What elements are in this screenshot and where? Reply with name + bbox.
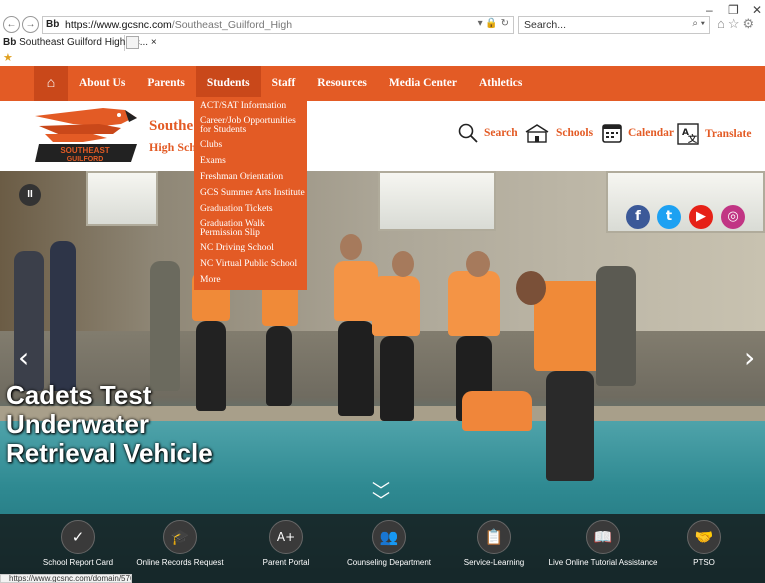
caption-line: Cadets Test xyxy=(6,380,152,410)
refresh-icon[interactable]: ▾ 🔒 ↻ xyxy=(478,18,509,29)
photo-person-crouching xyxy=(462,391,532,431)
photo-head xyxy=(340,234,362,260)
search-icon xyxy=(458,123,478,143)
search-placeholder: Search... xyxy=(524,19,567,31)
photo-person xyxy=(266,326,292,406)
school-building-icon xyxy=(525,124,549,143)
search-icon[interactable]: ⌕ ▾ xyxy=(692,18,705,29)
menu-item-freshman-orientation[interactable]: Freshman Orientation xyxy=(200,172,307,182)
nav-staff[interactable]: Staff xyxy=(261,66,307,101)
photo-person xyxy=(546,371,594,481)
photo-person xyxy=(380,336,414,421)
menu-item-clubs[interactable]: Clubs xyxy=(200,140,307,150)
quicklinks-bar: ✓ School Report Card 🎓 Online Records Re… xyxy=(0,514,765,583)
youtube-icon[interactable]: ▶ xyxy=(689,205,713,229)
nav-athletics[interactable]: Athletics xyxy=(468,66,533,101)
svg-text:GUILFORD: GUILFORD xyxy=(67,156,104,163)
photo-person xyxy=(596,266,636,386)
hero-slideshow: II ‹ › f t ▶ ◎ Cadets Test Underwater Re… xyxy=(0,171,765,583)
header-translate-link[interactable]: A文 Translate xyxy=(677,123,751,145)
book-icon: 📖 xyxy=(586,520,620,554)
browser-search-input[interactable]: Search... ⌕ ▾ xyxy=(518,16,710,34)
back-button[interactable]: ← xyxy=(3,16,20,33)
photo-head xyxy=(392,251,414,277)
photo-window xyxy=(378,171,496,231)
browser-chrome: – ❐ ✕ ← → Bb https://www.gcsnc.com/South… xyxy=(0,0,765,65)
menu-item-act-sat[interactable]: ACT/SAT Information xyxy=(200,101,307,111)
photo-person xyxy=(338,321,374,416)
instagram-icon[interactable]: ◎ xyxy=(721,205,745,229)
header-calendar-link[interactable]: Calendar xyxy=(602,123,674,143)
favorites-star-icon[interactable]: ★ xyxy=(3,51,13,64)
photo-person xyxy=(150,261,180,391)
svg-text:文: 文 xyxy=(687,133,698,145)
students-dropdown-menu: ACT/SAT Information Career/Job Opportuni… xyxy=(194,97,307,290)
quicklink-online-records-request[interactable]: 🎓 Online Records Request xyxy=(130,520,230,567)
school-logo[interactable]: SOUTHEAST GUILFORD xyxy=(33,104,139,164)
next-slide-arrow[interactable]: › xyxy=(744,341,755,374)
nav-media-center[interactable]: Media Center xyxy=(378,66,468,101)
url-text: https://www.gcsnc.com/Southeast_Guilford… xyxy=(65,19,293,31)
quicklink-parent-portal[interactable]: A+ Parent Portal xyxy=(236,520,336,567)
favorites-bar: ★ xyxy=(0,51,765,65)
quicklink-school-report-card[interactable]: ✓ School Report Card xyxy=(28,520,128,567)
restore-icon[interactable]: ❐ xyxy=(728,3,739,17)
photo-head xyxy=(516,271,546,305)
menu-item-nc-driving-school[interactable]: NC Driving School xyxy=(200,243,307,253)
new-tab-button[interactable] xyxy=(126,36,139,49)
address-bar[interactable]: Bb https://www.gcsnc.com/Southeast_Guilf… xyxy=(42,16,514,34)
web-page: ⌂ About Us Parents Students Staff Resour… xyxy=(0,66,765,583)
caption-line: Underwater xyxy=(6,409,150,439)
close-window-icon[interactable]: ✕ xyxy=(752,3,762,17)
chevron-down-icon[interactable]: ﹀ ﹀ xyxy=(372,482,390,510)
photo-person-shirt xyxy=(372,276,420,336)
main-nav: ⌂ About Us Parents Students Staff Resour… xyxy=(34,66,533,101)
pause-button[interactable]: II xyxy=(19,184,41,206)
handshake-icon: 🤝 xyxy=(687,520,721,554)
browser-tab[interactable]: Bb Southeast Guilford High Sc... × xyxy=(0,35,157,51)
caption-line: Retrieval Vehicle xyxy=(6,438,213,468)
menu-item-graduation-tickets[interactable]: Graduation Tickets xyxy=(200,204,307,214)
graduation-cap-icon: 🎓 xyxy=(163,520,197,554)
menu-item-gcs-summer-arts[interactable]: GCS Summer Arts Institute xyxy=(200,188,307,198)
toolbar-icons[interactable]: ⌂☆⚙ xyxy=(717,16,757,32)
site-header: SOUTHEAST GUILFORD Southe High Scho Sear… xyxy=(0,101,765,171)
menu-item-nc-virtual-public-school[interactable]: NC Virtual Public School xyxy=(200,259,307,269)
people-icon: 👥 xyxy=(372,520,406,554)
photo-person-shirt xyxy=(448,271,500,336)
nav-students[interactable]: Students xyxy=(195,66,261,101)
translate-icon: A文 xyxy=(677,123,699,145)
check-icon: ✓ xyxy=(61,520,95,554)
calendar-icon xyxy=(602,124,622,143)
quicklink-live-online-tutorial[interactable]: 📖 Live Online Tutorial Assistance xyxy=(548,520,658,567)
photo-person xyxy=(50,241,76,391)
nav-parents[interactable]: Parents xyxy=(136,66,195,101)
svg-text:SOUTHEAST: SOUTHEAST xyxy=(60,146,109,155)
quicklink-ptso[interactable]: 🤝 PTSO xyxy=(654,520,754,567)
slide-caption[interactable]: Cadets Test Underwater Retrieval Vehicle xyxy=(6,381,213,468)
header-schools-link[interactable]: Schools xyxy=(524,123,593,143)
header-search-link[interactable]: Search xyxy=(458,123,518,143)
menu-item-career-job[interactable]: Career/Job Opportunities for Students xyxy=(200,116,307,134)
clipboard-icon: 📋 xyxy=(477,520,511,554)
quicklink-counseling-department[interactable]: 👥 Counseling Department xyxy=(339,520,439,567)
status-bar-url: https://www.gcsnc.com/domain/576 xyxy=(0,574,132,583)
grade-a-plus-icon: A+ xyxy=(269,520,303,554)
menu-item-graduation-walk[interactable]: Graduation Walk Permission Slip xyxy=(200,219,307,237)
minimize-icon[interactable]: – xyxy=(706,3,713,17)
photo-head xyxy=(466,251,490,277)
facebook-icon[interactable]: f xyxy=(626,205,650,229)
site-favicon: Bb xyxy=(46,19,60,30)
nav-about-us[interactable]: About Us xyxy=(68,66,136,101)
home-icon[interactable]: ⌂ xyxy=(34,66,68,101)
menu-item-more[interactable]: More xyxy=(200,275,307,285)
quicklink-service-learning[interactable]: 📋 Service-Learning xyxy=(444,520,544,567)
nav-resources[interactable]: Resources xyxy=(306,66,378,101)
school-name-line1: Southe xyxy=(149,118,194,134)
previous-slide-arrow[interactable]: ‹ xyxy=(18,341,29,374)
forward-button[interactable]: → xyxy=(22,16,39,33)
menu-item-exams[interactable]: Exams xyxy=(200,156,307,166)
twitter-icon[interactable]: t xyxy=(657,205,681,229)
photo-window xyxy=(86,171,158,226)
